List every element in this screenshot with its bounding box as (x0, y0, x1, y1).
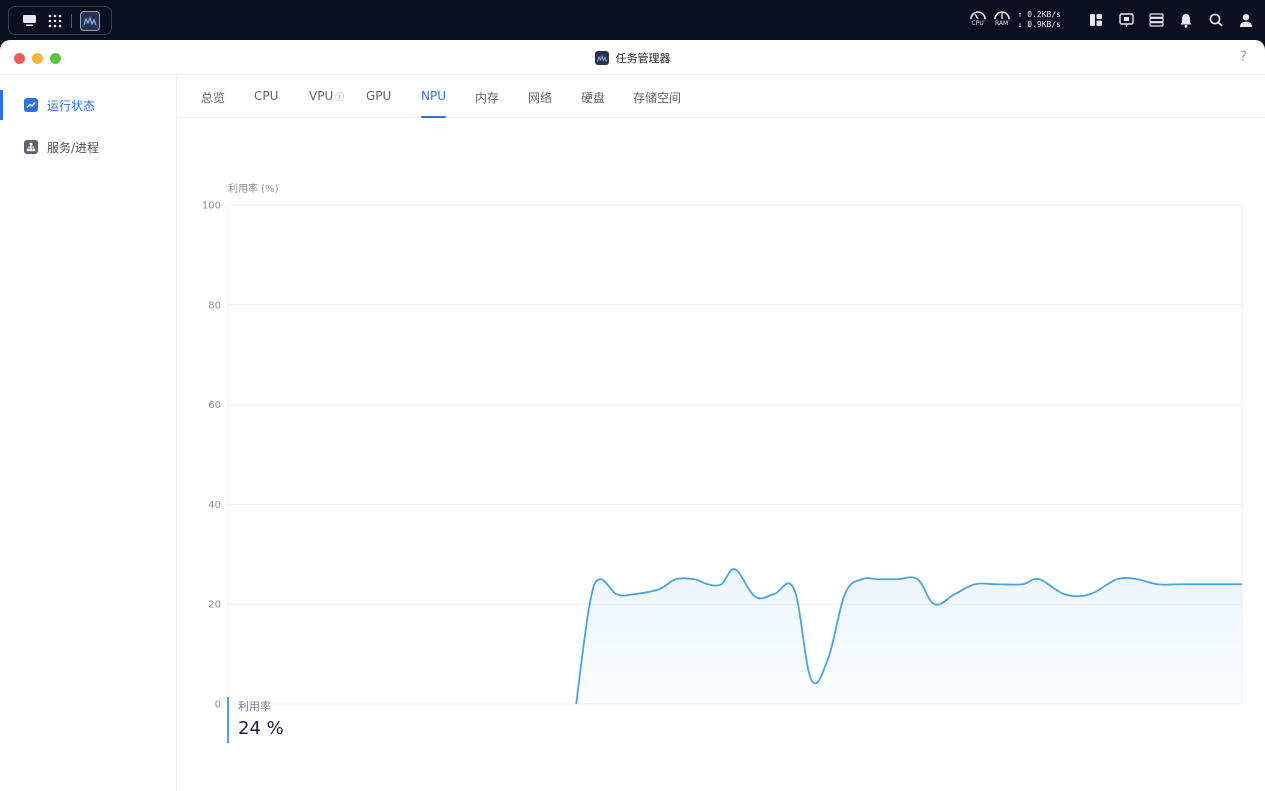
server-icon[interactable] (1147, 11, 1165, 29)
download-speed: ↓ 0.9KB/s (1017, 20, 1061, 29)
npu-usage-chart: 利用率 (%) 100 80 60 40 20 0 (177, 118, 1265, 718)
sidebar-item-status[interactable]: 运行状态 (0, 90, 176, 120)
ram-gauge[interactable]: RAM (992, 8, 1012, 32)
tab-gpu[interactable]: GPU (366, 89, 391, 118)
upload-speed: ↑ 0.2KB/s (1017, 10, 1061, 19)
tab-disk[interactable]: 硬盘 (581, 89, 605, 118)
status-tray: CPU RAM ↑ 0.2KB/s ↓ 0.9KB/s (968, 0, 1255, 40)
tab-overview[interactable]: 总览 (201, 89, 225, 118)
chart-canvas: 100 80 60 40 20 0 (202, 201, 1243, 711)
title-bar[interactable]: 任务管理器 ? (0, 40, 1265, 75)
sidebar-item-label: 运行状态 (47, 98, 96, 113)
ram-gauge-label: RAM (995, 20, 1009, 27)
widgets-icon[interactable] (1087, 11, 1105, 29)
user-icon[interactable] (1237, 11, 1255, 29)
y-tick-label: 0 (215, 700, 221, 711)
process-tree-icon (24, 140, 38, 154)
window-title: 任务管理器 (0, 50, 1265, 66)
tab-vpu-label: VPU (309, 89, 334, 103)
tab-cpu[interactable]: CPU (254, 89, 278, 118)
ram-gauge-icon (993, 11, 1010, 20)
y-tick-label: 80 (208, 300, 221, 311)
y-tick-label: 40 (208, 500, 221, 511)
help-button[interactable]: ? (1240, 49, 1247, 65)
search-icon[interactable] (1207, 11, 1225, 29)
y-tick-label: 100 (202, 201, 221, 212)
cpu-gauge-icon (969, 11, 986, 20)
series-area-fill (576, 569, 1242, 704)
tab-storage-space[interactable]: 存储空间 (633, 89, 681, 118)
system-top-bar: CPU RAM ↑ 0.2KB/s ↓ 0.9KB/s (0, 0, 1265, 40)
task-manager-window: 任务管理器 ? 运行状态 服务/进程 总览 CPU VPU ⓘ GPU NPU 内… (0, 40, 1265, 791)
notification-bell-icon[interactable] (1177, 11, 1195, 29)
network-speed[interactable]: ↑ 0.2KB/s ↓ 0.9KB/s (1018, 10, 1061, 30)
dock-divider (71, 13, 72, 28)
readout-label: 利用率 (238, 700, 271, 713)
y-tick-label: 60 (208, 400, 221, 411)
window-title-text: 任务管理器 (615, 52, 671, 65)
task-manager-icon (594, 51, 609, 65)
tab-npu[interactable]: NPU (421, 89, 446, 118)
activity-chart-icon (24, 98, 38, 112)
system-monitor-icon[interactable] (1117, 11, 1135, 29)
tab-memory[interactable]: 内存 (475, 89, 499, 118)
dock (8, 6, 112, 35)
sidebar: 运行状态 服务/进程 (0, 75, 177, 791)
cpu-gauge[interactable]: CPU (968, 8, 988, 32)
cpu-gauge-label: CPU (971, 20, 984, 27)
sidebar-item-services[interactable]: 服务/进程 (0, 132, 176, 162)
readout-value: 24 % (238, 718, 284, 739)
tab-network[interactable]: 网络 (528, 89, 552, 118)
resource-tabs: 总览 CPU VPU ⓘ GPU NPU 内存 网络 硬盘 存储空间 (177, 75, 1265, 118)
info-icon[interactable]: ⓘ (335, 93, 344, 103)
tab-vpu[interactable]: VPU ⓘ (309, 89, 344, 118)
y-tick-label: 20 (208, 600, 221, 611)
task-manager-app-icon[interactable] (80, 10, 100, 31)
app-grid-icon[interactable] (45, 11, 65, 31)
sidebar-item-label: 服务/进程 (47, 140, 100, 155)
desktop-icon[interactable] (19, 11, 39, 31)
utilization-readout: 利用率 24 % (227, 697, 284, 743)
